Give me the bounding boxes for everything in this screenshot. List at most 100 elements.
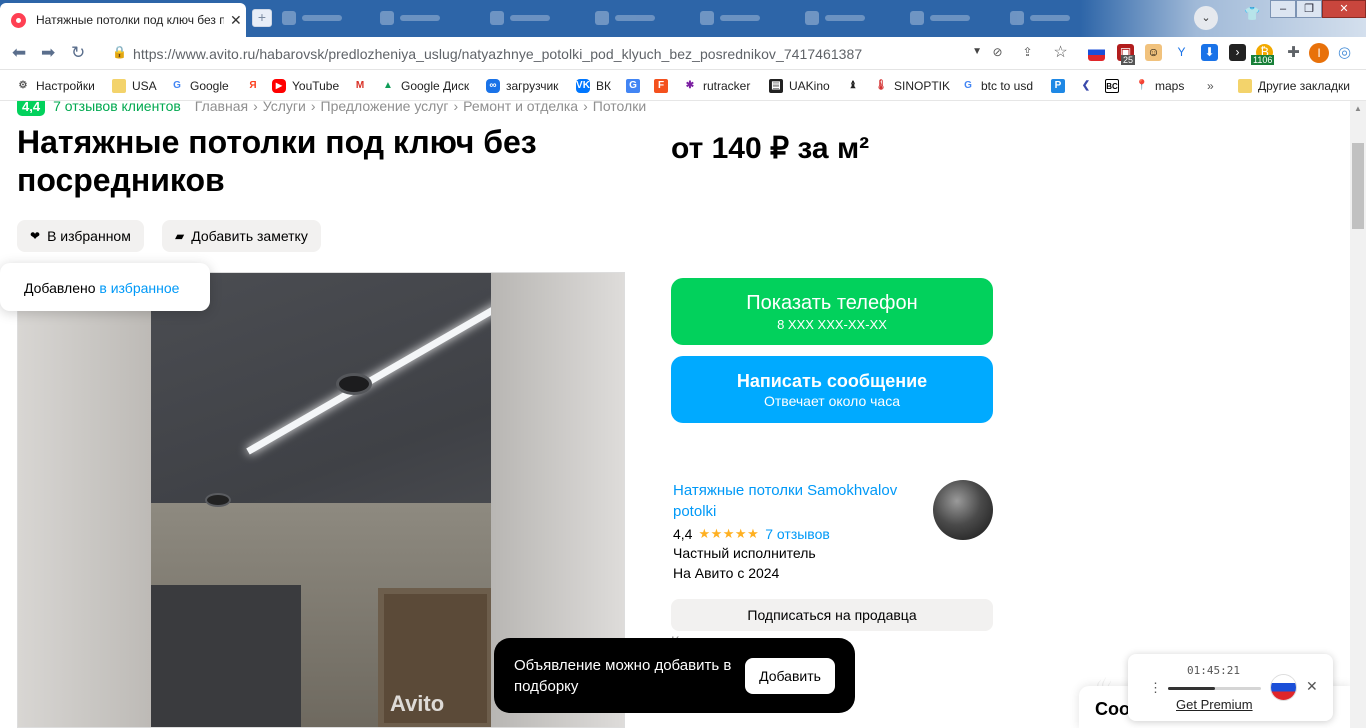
bookmark-yandex[interactable]: Я <box>246 78 266 94</box>
bookmark-star-icon[interactable]: ☆ <box>1052 44 1069 61</box>
active-tab[interactable]: Натяжные потолки под ключ без посреднико… <box>0 3 246 37</box>
get-premium-link[interactable]: Get Premium <box>1176 697 1253 712</box>
add-note-button[interactable]: ▰ Добавить заметку <box>162 220 321 252</box>
scrollbar-thumb[interactable] <box>1352 143 1364 229</box>
bookmark-gmail[interactable]: M <box>353 78 373 94</box>
show-phone-button[interactable]: Показать телефон 8 XXX XXX-XX-XX <box>671 278 993 345</box>
chess-icon: ♝ <box>848 80 858 91</box>
breadcrumb-separator: › <box>453 101 459 114</box>
bookmark-bc[interactable]: BC <box>1105 78 1125 94</box>
bookmark-uakino[interactable]: ▤ UAKino <box>769 78 830 94</box>
subscribe-seller-button[interactable]: Подписаться на продавца <box>671 599 993 631</box>
seller-name-link[interactable]: Натяжные потолки Samokhvalov potolki <box>673 480 918 522</box>
bookmark-rutracker[interactable]: ✱ rutracker <box>683 78 751 94</box>
favorites-link[interactable]: в избранное <box>99 280 179 296</box>
reviews-link[interactable]: 7 отзывов клиентов <box>53 101 181 114</box>
back-arrow-icon[interactable]: ⬅ <box>12 43 26 63</box>
profile-avatar[interactable]: I <box>1309 43 1329 63</box>
face-extension-icon[interactable]: ☺ <box>1145 44 1162 61</box>
scrollbar[interactable]: ▲ <box>1350 101 1366 728</box>
new-tab-button[interactable]: + <box>252 9 272 27</box>
bookmark-back[interactable]: ❮ <box>1079 78 1099 94</box>
extensions-puzzle-icon[interactable]: ✚ <box>1285 44 1302 61</box>
close-icon[interactable]: ✕ <box>1306 678 1318 695</box>
bookmark-label: SINOPTIK <box>894 79 951 93</box>
background-tab[interactable] <box>490 8 550 28</box>
tab-search-button[interactable]: ⌄ <box>1194 6 1218 30</box>
breadcrumb-separator: › <box>253 101 258 114</box>
address-bar[interactable]: 🔒 https://www.avito.ru/habarovsk/predloz… <box>100 40 990 67</box>
browser-toolbar: ⬅ ➡ ↻ 🔒 https://www.avito.ru/habarovsk/p… <box>0 37 1366 70</box>
breadcrumb-item[interactable]: Потолки <box>593 101 646 114</box>
bookmark-btc-to-usd[interactable]: Gbtc to usd <box>961 78 1033 94</box>
breadcrumb-item[interactable]: Услуги <box>263 101 306 114</box>
reload-icon[interactable]: ↻ <box>71 43 85 63</box>
russia-flag-icon[interactable] <box>1271 675 1296 700</box>
bookmark-youtube[interactable]: ▶ YouTube <box>272 78 339 94</box>
drive-icon: ▲ <box>383 80 393 91</box>
avito-watermark: Avito <box>390 691 445 716</box>
bookmark-google-drive[interactable]: ▲ Google Диск <box>381 78 469 94</box>
tab-close-icon[interactable]: ✕ <box>230 12 242 29</box>
url-text[interactable]: https://www.avito.ru/habarovsk/predlozhe… <box>133 46 862 62</box>
bookmark-google[interactable]: G Google <box>170 78 229 94</box>
other-bookmarks[interactable]: Другие закладки <box>1238 78 1350 94</box>
download-extension-icon[interactable]: ⬇ <box>1201 44 1218 61</box>
favorite-button[interactable]: ❤ В избранном <box>17 220 144 252</box>
close-window-button[interactable]: ✕ <box>1322 0 1366 18</box>
bookmark-maps[interactable]: 📍 maps <box>1135 78 1185 94</box>
background-tab[interactable] <box>700 8 760 28</box>
background-tab[interactable] <box>805 8 865 28</box>
dark-extension-icon[interactable]: › <box>1229 44 1246 61</box>
seller-avatar[interactable] <box>933 480 993 540</box>
bookmark-sinoptik[interactable]: 🌡 SINOPTIK <box>874 78 950 94</box>
background-tab[interactable] <box>380 8 440 28</box>
folder-icon <box>112 79 126 93</box>
bookmark-usa[interactable]: USA <box>112 78 157 94</box>
seller-rating: 4,4 ★★★★★ 7 отзывов <box>673 526 830 542</box>
maximize-button[interactable]: ❐ <box>1296 0 1322 18</box>
google-icon: G <box>173 80 181 91</box>
bookmark-settings[interactable]: ⚙ Настройки <box>16 78 95 94</box>
favorite-button-label: В избранном <box>47 228 131 244</box>
bookmark-chess[interactable]: ♝ <box>846 78 866 94</box>
bookmark-label: загрузчик <box>506 79 559 93</box>
minimize-button[interactable]: – <box>1270 0 1296 18</box>
breadcrumb-item[interactable]: Предложение услуг <box>321 101 449 114</box>
kebab-menu-icon[interactable]: ⋮ <box>1149 680 1162 696</box>
bookmark-label: Google Диск <box>401 79 470 93</box>
bookmark-p[interactable]: P <box>1051 78 1071 94</box>
background-tab[interactable] <box>595 8 655 28</box>
breadcrumb-item[interactable]: Ремонт и отделка <box>463 101 578 114</box>
bookmark-f[interactable]: F <box>654 78 674 94</box>
session-progress-fill <box>1168 687 1215 690</box>
scroll-up-icon[interactable]: ▲ <box>1354 104 1362 113</box>
seller-reviews-link[interactable]: 7 отзывов <box>765 526 830 542</box>
add-to-collection-toast: Объявление можно добавить в подборку Доб… <box>494 638 855 713</box>
more-bookmarks-button[interactable]: » <box>1207 78 1214 94</box>
camera-blocked-icon[interactable]: ⊘ <box>989 44 1006 61</box>
background-tab[interactable] <box>1010 8 1070 28</box>
forward-arrow-icon[interactable]: ➡ <box>41 43 55 63</box>
y-extension-icon[interactable]: Y <box>1173 44 1190 61</box>
add-to-collection-button[interactable]: Добавить <box>745 658 835 694</box>
extension-badge-count: 25 <box>1121 55 1136 65</box>
breadcrumb-item[interactable]: Главная <box>195 101 248 114</box>
globe-extension-icon[interactable]: ◎ <box>1336 44 1353 61</box>
bookmark-downloader[interactable]: ∞ загрузчик <box>486 78 558 94</box>
bookmark-vk[interactable]: VK ВК <box>576 78 611 94</box>
send-message-button[interactable]: Написать сообщение Отвечает около часа <box>671 356 993 423</box>
collection-toast-text: Объявление можно добавить в подборку <box>514 657 732 695</box>
russia-flag-extension-icon[interactable] <box>1088 44 1105 61</box>
share-icon[interactable]: ⇪ <box>1019 44 1036 61</box>
bookmark-label: Google <box>190 79 229 93</box>
maps-icon: 📍 <box>1135 80 1149 91</box>
url-dropdown-icon[interactable]: ▼ <box>972 46 982 57</box>
bookmark-label: UAKino <box>789 79 830 93</box>
background-tab[interactable] <box>910 8 970 28</box>
bookmark-translate[interactable]: G <box>626 78 646 94</box>
photo-cabinet <box>151 585 301 727</box>
background-tab[interactable] <box>282 8 342 28</box>
lock-icon[interactable]: 🔒 <box>112 45 127 59</box>
heart-icon: ❤ <box>30 229 41 243</box>
